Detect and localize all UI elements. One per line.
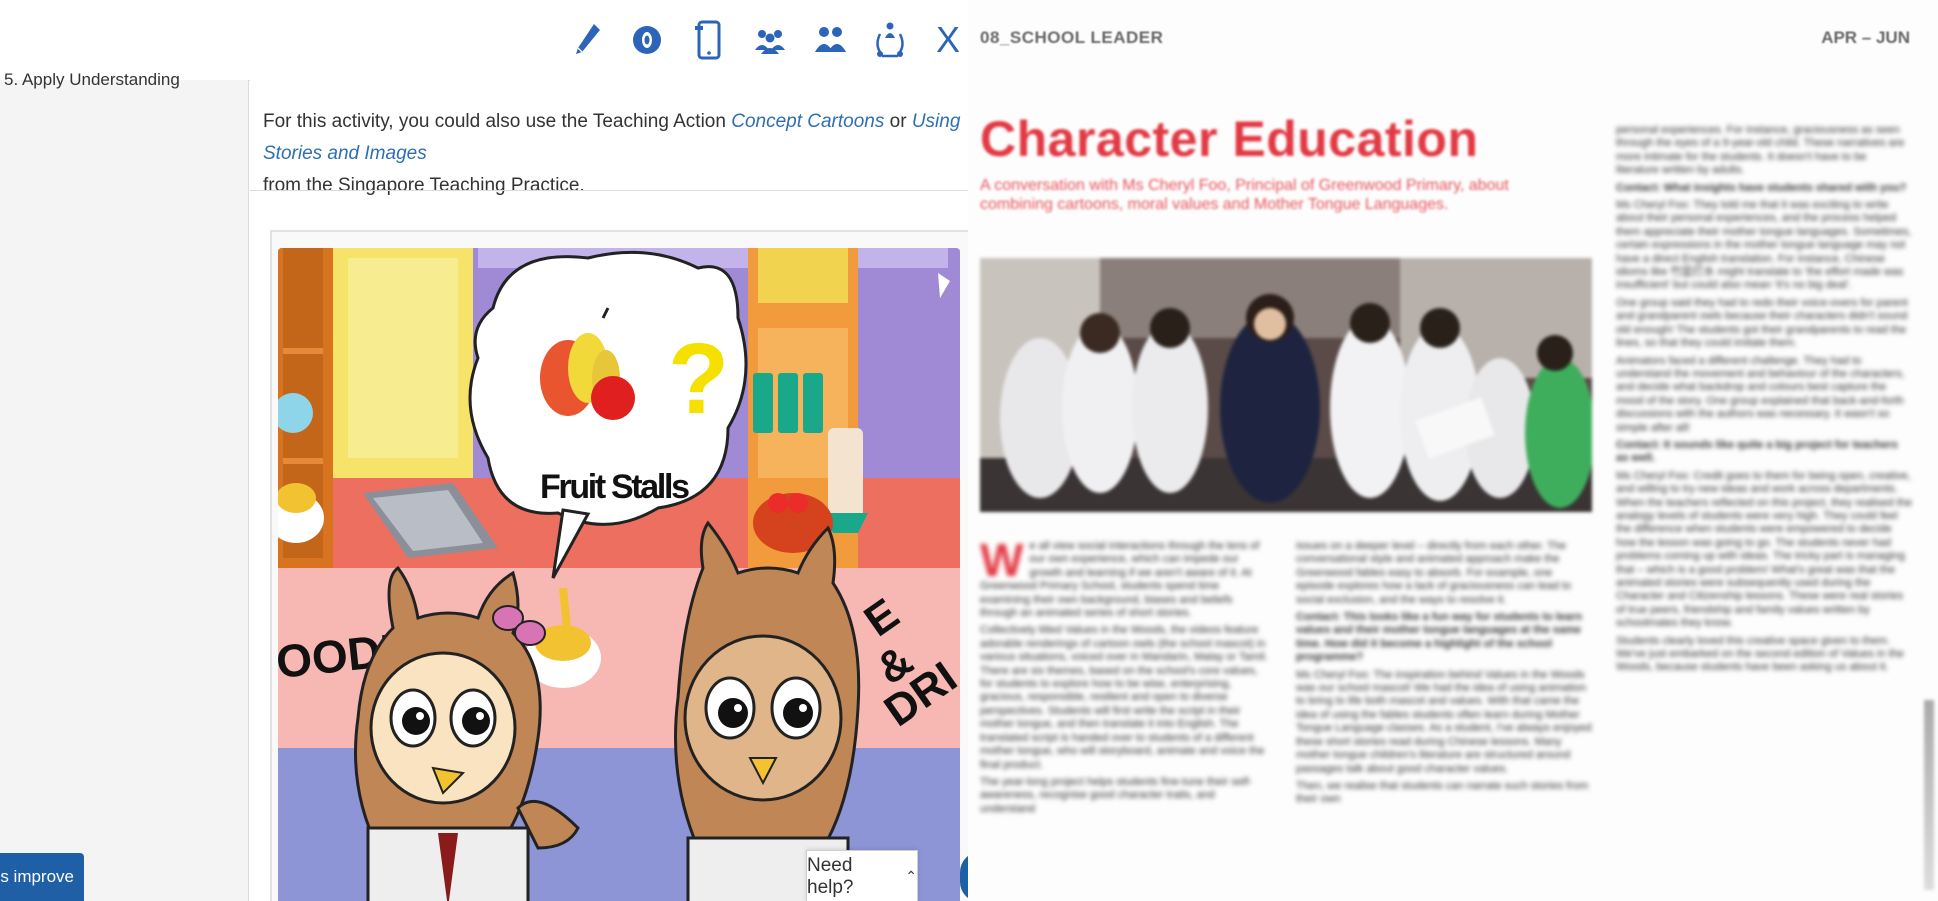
col3-question-2: Contact: It sounds like quite a big proj… — [1616, 438, 1898, 465]
magazine-page: 08_SCHOOL LEADER APR – JUN Character Edu… — [968, 0, 1938, 901]
bubble-text: Fruit Stalls — [540, 468, 690, 506]
page-edge-caption — [1924, 700, 1934, 890]
col3-answer-2: Ms Cheryl Foo: Credit goes to them for b… — [1616, 469, 1912, 630]
col1-p2: Collectively titled Values in the Woods,… — [980, 624, 1268, 771]
pencil-icon[interactable] — [566, 18, 610, 62]
article-column-3: personal experiences. For instance, grac… — [1616, 124, 1912, 900]
sidebar: 5. Apply Understanding — [0, 70, 249, 901]
col3-answer-1: Ms Cheryl Foo: They told me that it was … — [1616, 199, 1912, 292]
col2-question: Contact: This looks like a fun way for s… — [1296, 611, 1583, 664]
magazine-header-right: APR – JUN — [1821, 28, 1910, 47]
close-button[interactable]: X — [928, 18, 968, 62]
group-icon[interactable] — [748, 18, 792, 62]
col3-p4: One group said they had to redo their vo… — [1616, 296, 1908, 350]
col2-p1: issues on a deeper level – directly from… — [1296, 540, 1572, 606]
col1-p3: The year-long project helps students fin… — [980, 775, 1253, 815]
col3-p5: Animators faced a different challenge. T… — [1616, 354, 1905, 434]
concept-cartoons-link[interactable]: Concept Cartoons — [731, 111, 884, 132]
need-help-label: Need help? — [807, 854, 854, 898]
article-subtitle: A conversation with Ms Cheryl Foo, Princ… — [980, 177, 1509, 213]
article-column-1: We all view social interactions through … — [980, 540, 1270, 900]
note-text-mid: or — [884, 111, 912, 132]
cartoon-illustration[interactable]: OODLE E & DRI ? Fruit Stalls — [278, 248, 960, 901]
help-us-improve-button[interactable]: us improve — [0, 853, 84, 901]
col2-p4: Then, we realise that students can narra… — [1296, 779, 1589, 806]
chevron-up-icon: ⌃ — [905, 868, 917, 884]
close-icon: X — [935, 19, 960, 60]
col2-answer: Ms Cheryl Foo: The inspiration behind Va… — [1296, 668, 1592, 775]
sidebar-item-apply-understanding[interactable]: 5. Apply Understanding — [4, 70, 180, 90]
mobile-device-icon[interactable] — [686, 18, 730, 62]
question-mark: ? — [668, 323, 729, 435]
network-person-icon[interactable] — [868, 18, 912, 62]
col3-question-1: Contact: What insights have students sha… — [1616, 181, 1907, 194]
drop-cap: W — [980, 540, 1024, 586]
divider — [250, 190, 968, 191]
note-text-after: from the Singapore Teaching Practice. — [263, 175, 585, 196]
col3-p8: Students clearly loved this creative spa… — [1616, 634, 1904, 674]
col3-p1: personal experiences. For instance, grac… — [1616, 124, 1905, 177]
need-help-button[interactable]: Need help? ⌃ — [806, 850, 918, 901]
main-content: For this activity, you could also use th… — [250, 80, 968, 901]
learning-portal-pane: X 5. Apply Understanding For this activi… — [0, 0, 968, 901]
target-icon[interactable] — [625, 18, 669, 62]
article-photo — [980, 258, 1592, 512]
teaching-note: For this activity, you could also use th… — [263, 106, 963, 202]
pair-icon[interactable] — [808, 18, 852, 62]
note-text-before: For this activity, you could also use th… — [263, 111, 732, 132]
article-column-2: issues on a deeper level – directly from… — [1296, 540, 1592, 900]
article-title: Character Education — [980, 111, 1479, 167]
toolbar: X — [0, 0, 968, 81]
magazine-header-left: 08_SCHOOL LEADER — [980, 28, 1164, 47]
